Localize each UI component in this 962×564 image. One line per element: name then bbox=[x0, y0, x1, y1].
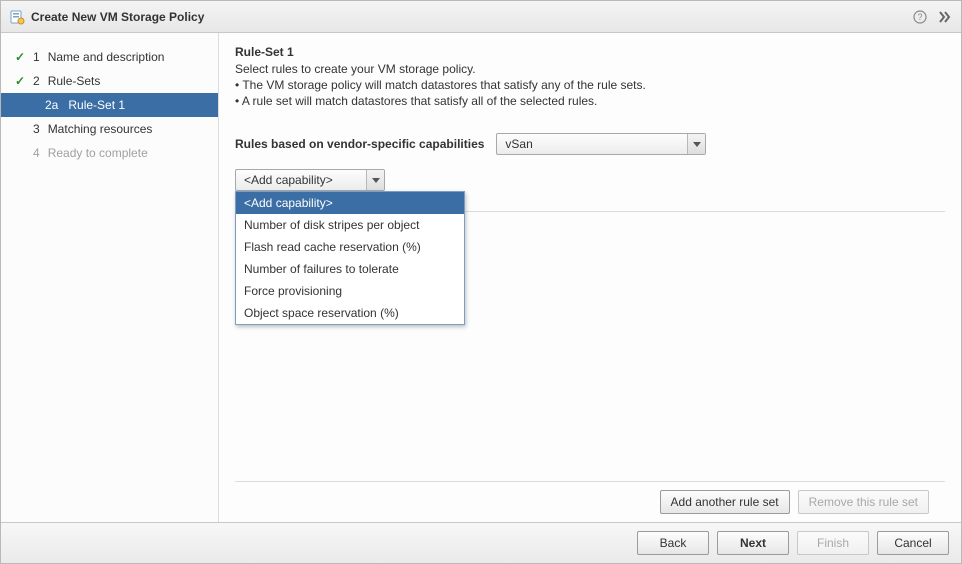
check-icon: ✓ bbox=[13, 74, 27, 88]
cancel-button[interactable]: Cancel bbox=[877, 531, 949, 555]
capability-option[interactable]: Number of failures to tolerate bbox=[236, 258, 464, 280]
chevron-down-icon bbox=[366, 170, 384, 190]
vendor-select-value: vSan bbox=[497, 134, 687, 154]
capability-option[interactable]: <Add capability> bbox=[236, 192, 464, 214]
content-desc-1: Select rules to create your VM storage p… bbox=[235, 61, 945, 77]
step-label: Rule-Set 1 bbox=[68, 98, 125, 112]
step-rule-sets[interactable]: ✓ 2 Rule-Sets bbox=[1, 69, 218, 93]
chevron-down-icon bbox=[687, 134, 705, 154]
content-desc-3: • A rule set will match datastores that … bbox=[235, 93, 945, 109]
content-heading: Rule-Set 1 bbox=[235, 45, 945, 59]
capability-select-value: <Add capability> bbox=[236, 170, 366, 190]
storage-policy-icon bbox=[9, 9, 25, 25]
capability-dropdown: <Add capability> Number of disk stripes … bbox=[235, 191, 465, 325]
dialog-title: Create New VM Storage Policy bbox=[31, 10, 905, 24]
remove-rule-set-button: Remove this rule set bbox=[798, 490, 929, 514]
vendor-select[interactable]: vSan bbox=[496, 133, 706, 155]
step-label: Ready to complete bbox=[48, 146, 148, 160]
step-label: Matching resources bbox=[48, 122, 153, 136]
step-rule-set-1[interactable]: 2a Rule-Set 1 bbox=[1, 93, 218, 117]
help-icon[interactable]: ? bbox=[911, 8, 929, 26]
capability-option[interactable]: Flash read cache reservation (%) bbox=[236, 236, 464, 258]
dialog-body: ✓ 1 Name and description ✓ 2 Rule-Sets 2… bbox=[1, 33, 961, 522]
wizard-content: Rule-Set 1 Select rules to create your V… bbox=[219, 33, 961, 522]
next-button[interactable]: Next bbox=[717, 531, 789, 555]
svg-text:?: ? bbox=[917, 12, 922, 22]
dialog-footer: Back Next Finish Cancel bbox=[1, 522, 961, 563]
check-icon: ✓ bbox=[13, 50, 27, 64]
capability-option[interactable]: Force provisioning bbox=[236, 280, 464, 302]
step-label: Rule-Sets bbox=[48, 74, 101, 88]
finish-button: Finish bbox=[797, 531, 869, 555]
step-matching-resources[interactable]: 3 Matching resources bbox=[1, 117, 218, 141]
step-ready-to-complete: 4 Ready to complete bbox=[1, 141, 218, 165]
capability-option[interactable]: Number of disk stripes per object bbox=[236, 214, 464, 236]
back-button[interactable]: Back bbox=[637, 531, 709, 555]
add-rule-set-button[interactable]: Add another rule set bbox=[660, 490, 790, 514]
wizard-sidebar: ✓ 1 Name and description ✓ 2 Rule-Sets 2… bbox=[1, 33, 219, 522]
step-label: Name and description bbox=[48, 50, 165, 64]
capability-option[interactable]: Object space reservation (%) bbox=[236, 302, 464, 324]
titlebar: Create New VM Storage Policy ? bbox=[1, 1, 961, 33]
vendor-row: Rules based on vendor-specific capabilit… bbox=[235, 133, 945, 155]
content-desc-2: • The VM storage policy will match datas… bbox=[235, 77, 945, 93]
popout-icon[interactable] bbox=[935, 8, 953, 26]
capability-select[interactable]: <Add capability> bbox=[235, 169, 385, 191]
vendor-label: Rules based on vendor-specific capabilit… bbox=[235, 137, 484, 151]
dialog-create-vm-storage-policy: Create New VM Storage Policy ? ✓ 1 Name … bbox=[0, 0, 962, 564]
rule-set-footer: Add another rule set Remove this rule se… bbox=[235, 481, 945, 522]
step-name-description[interactable]: ✓ 1 Name and description bbox=[1, 45, 218, 69]
